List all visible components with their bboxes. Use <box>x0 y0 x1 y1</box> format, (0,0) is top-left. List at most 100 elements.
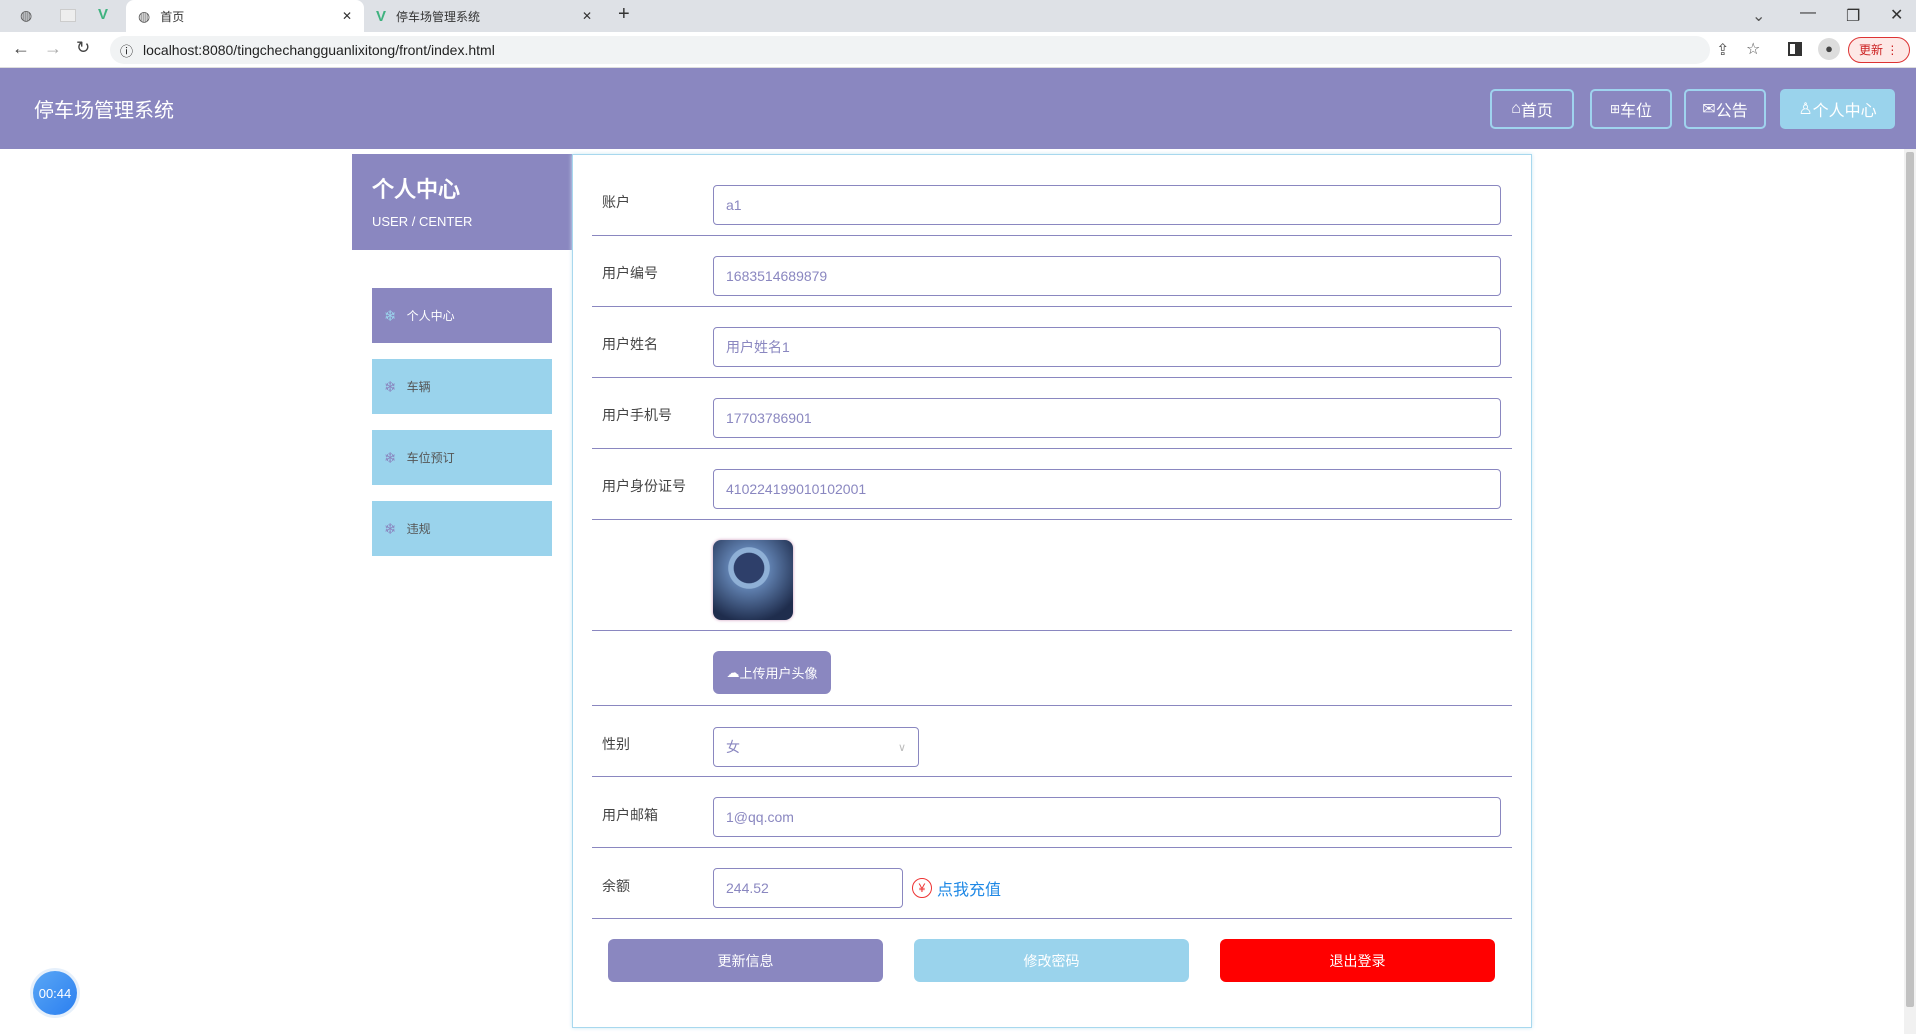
scrollbar-thumb[interactable] <box>1906 152 1914 1007</box>
star-icon[interactable]: ☆ <box>1746 39 1760 59</box>
balance-value: 244.52 <box>726 880 769 896</box>
tab-parking[interactable]: V 停车场管理系统 ✕ <box>372 0 602 32</box>
divider <box>592 847 1512 848</box>
user-no-input[interactable]: 1683514689879 <box>713 256 1501 296</box>
site-title: 停车场管理系统 <box>34 100 174 122</box>
change-password-button[interactable]: 修改密码 <box>914 939 1189 982</box>
tab-label: 停车场管理系统 <box>396 9 481 24</box>
account-input[interactable]: a1 <box>713 185 1501 225</box>
id-card-label: 用户身份证号 <box>602 478 686 494</box>
home-icon: ⌂ <box>1511 100 1521 117</box>
share-icon[interactable]: ⇪ <box>1716 40 1729 60</box>
nav-home[interactable]: ⌂ 首页 <box>1490 89 1574 129</box>
snowflake-icon: ❄ <box>384 307 397 325</box>
name-label: 用户姓名 <box>602 336 658 352</box>
balance-input[interactable]: 244.52 <box>713 868 903 908</box>
id-card-value: 410224199010102001 <box>726 481 867 497</box>
phone-input[interactable]: 17703786901 <box>713 398 1501 438</box>
snowflake-icon: ❄ <box>384 449 397 467</box>
sidebar-item-label: 车辆 <box>406 380 431 394</box>
avatar <box>713 540 793 620</box>
account-label: 账户 <box>602 194 630 210</box>
close-icon[interactable]: ✕ <box>342 9 352 23</box>
gender-select[interactable]: 女 ∨ <box>713 727 919 767</box>
sidebar-item-violations[interactable]: ❄ 违规 <box>372 501 552 556</box>
nav-label: 公告 <box>1715 103 1748 120</box>
nav-label: 个人中心 <box>1812 103 1877 120</box>
phone-value: 17703786901 <box>726 410 812 426</box>
forward-icon[interactable]: → <box>44 38 62 59</box>
reload-icon[interactable]: ↻ <box>76 38 90 58</box>
timer-text: 00:44 <box>38 985 72 1001</box>
nav-parking-space[interactable]: ⊞ 车位 <box>1590 89 1672 129</box>
balance-label: 余额 <box>602 878 630 894</box>
tab-label: 首页 <box>160 9 185 24</box>
user-no-label: 用户编号 <box>602 265 658 281</box>
name-input[interactable]: 用户姓名1 <box>713 327 1501 367</box>
divider <box>592 630 1512 631</box>
nav-personal-center[interactable]: ♙ 个人中心 <box>1780 89 1895 129</box>
snowflake-icon: ❄ <box>384 378 397 396</box>
logout-button[interactable]: 退出登录 <box>1220 939 1495 982</box>
url-text: localhost:8080/tingchechangguanlixitong/… <box>143 42 495 58</box>
info-icon: ⓘ <box>120 43 134 59</box>
sidebar-item-personal-center[interactable]: ❄ 个人中心 <box>372 288 552 343</box>
divider <box>592 377 1512 378</box>
divider <box>592 776 1512 777</box>
sidebar-header: 个人中心 USER / CENTER <box>352 154 572 250</box>
upload-avatar-button[interactable]: ☁ 上传用户头像 <box>713 651 831 694</box>
globe-icon: ◍ <box>138 7 151 24</box>
globe-icon[interactable]: ◍ <box>20 7 32 24</box>
new-tab-icon[interactable]: + <box>618 3 630 26</box>
user-no-value: 1683514689879 <box>726 268 828 284</box>
nav-label: 首页 <box>1520 103 1553 120</box>
upload-label: 上传用户头像 <box>739 666 818 681</box>
sidebar-item-label: 车位预订 <box>406 451 455 465</box>
divider <box>592 448 1512 449</box>
divider <box>592 918 1512 919</box>
vue-icon[interactable]: V <box>98 6 108 23</box>
email-value: 1@qq.com <box>726 809 794 825</box>
divider <box>592 306 1512 307</box>
sidebar-item-vehicles[interactable]: ❄ 车辆 <box>372 359 552 414</box>
email-input[interactable]: 1@qq.com <box>713 797 1501 837</box>
site-header: 停车场管理系统 ⌂ 首页 ⊞ 车位 ✉ 公告 ♙ 个人中心 <box>0 68 1916 149</box>
page-icon[interactable] <box>60 9 76 22</box>
sidebar-title: 个人中心 <box>372 177 461 202</box>
update-label: 更新 <box>1859 43 1884 57</box>
button-label: 修改密码 <box>1023 952 1080 969</box>
back-icon[interactable]: ← <box>12 38 30 59</box>
gift-icon: ⊞ <box>1609 102 1621 116</box>
divider <box>592 705 1512 706</box>
window-close-icon[interactable]: ✕ <box>1890 5 1903 25</box>
account-value: a1 <box>726 197 742 213</box>
vue-icon: V <box>376 7 387 25</box>
close-icon[interactable]: ✕ <box>582 9 592 23</box>
sidepanel-icon[interactable] <box>1788 42 1802 56</box>
browser-tab-bar: ◍ V ◍ 首页 ✕ V 停车场管理系统 ✕ + ⌄ — ❐ ✕ <box>0 0 1916 32</box>
snowflake-icon: ❄ <box>384 520 397 538</box>
timer-badge[interactable]: 00:44 <box>33 971 77 1015</box>
tab-search-icon[interactable]: ⌄ <box>1752 6 1765 26</box>
id-card-input[interactable]: 410224199010102001 <box>713 469 1501 509</box>
name-value: 用户姓名1 <box>726 339 790 355</box>
address-bar-row: ← → ↻ ⓘ localhost:8080/tingchechangguanl… <box>0 32 1916 68</box>
restore-icon[interactable]: ❐ <box>1846 6 1860 26</box>
minimize-icon[interactable]: — <box>1800 4 1816 22</box>
sidebar-subtitle: USER / CENTER <box>372 214 473 229</box>
profile-icon[interactable]: ● <box>1818 38 1840 60</box>
email-label: 用户邮箱 <box>602 807 658 823</box>
nav-announcement[interactable]: ✉ 公告 <box>1684 89 1766 129</box>
update-info-button[interactable]: 更新信息 <box>608 939 883 982</box>
recharge-link[interactable]: ¥ 点我充值 <box>912 876 1001 900</box>
update-button[interactable]: 更新 ⋮ <box>1848 37 1910 63</box>
url-input[interactable]: ⓘ localhost:8080/tingchechangguanlixiton… <box>110 36 1710 64</box>
user-icon: ♙ <box>1798 101 1813 118</box>
sidebar-item-reservations[interactable]: ❄ 车位预订 <box>372 430 552 485</box>
button-label: 更新信息 <box>717 952 774 969</box>
gender-label: 性别 <box>602 736 630 752</box>
chevron-down-icon: ∨ <box>897 741 906 754</box>
divider <box>592 519 1512 520</box>
tab-home[interactable]: ◍ 首页 ✕ <box>126 0 364 32</box>
phone-label: 用户手机号 <box>602 407 672 423</box>
